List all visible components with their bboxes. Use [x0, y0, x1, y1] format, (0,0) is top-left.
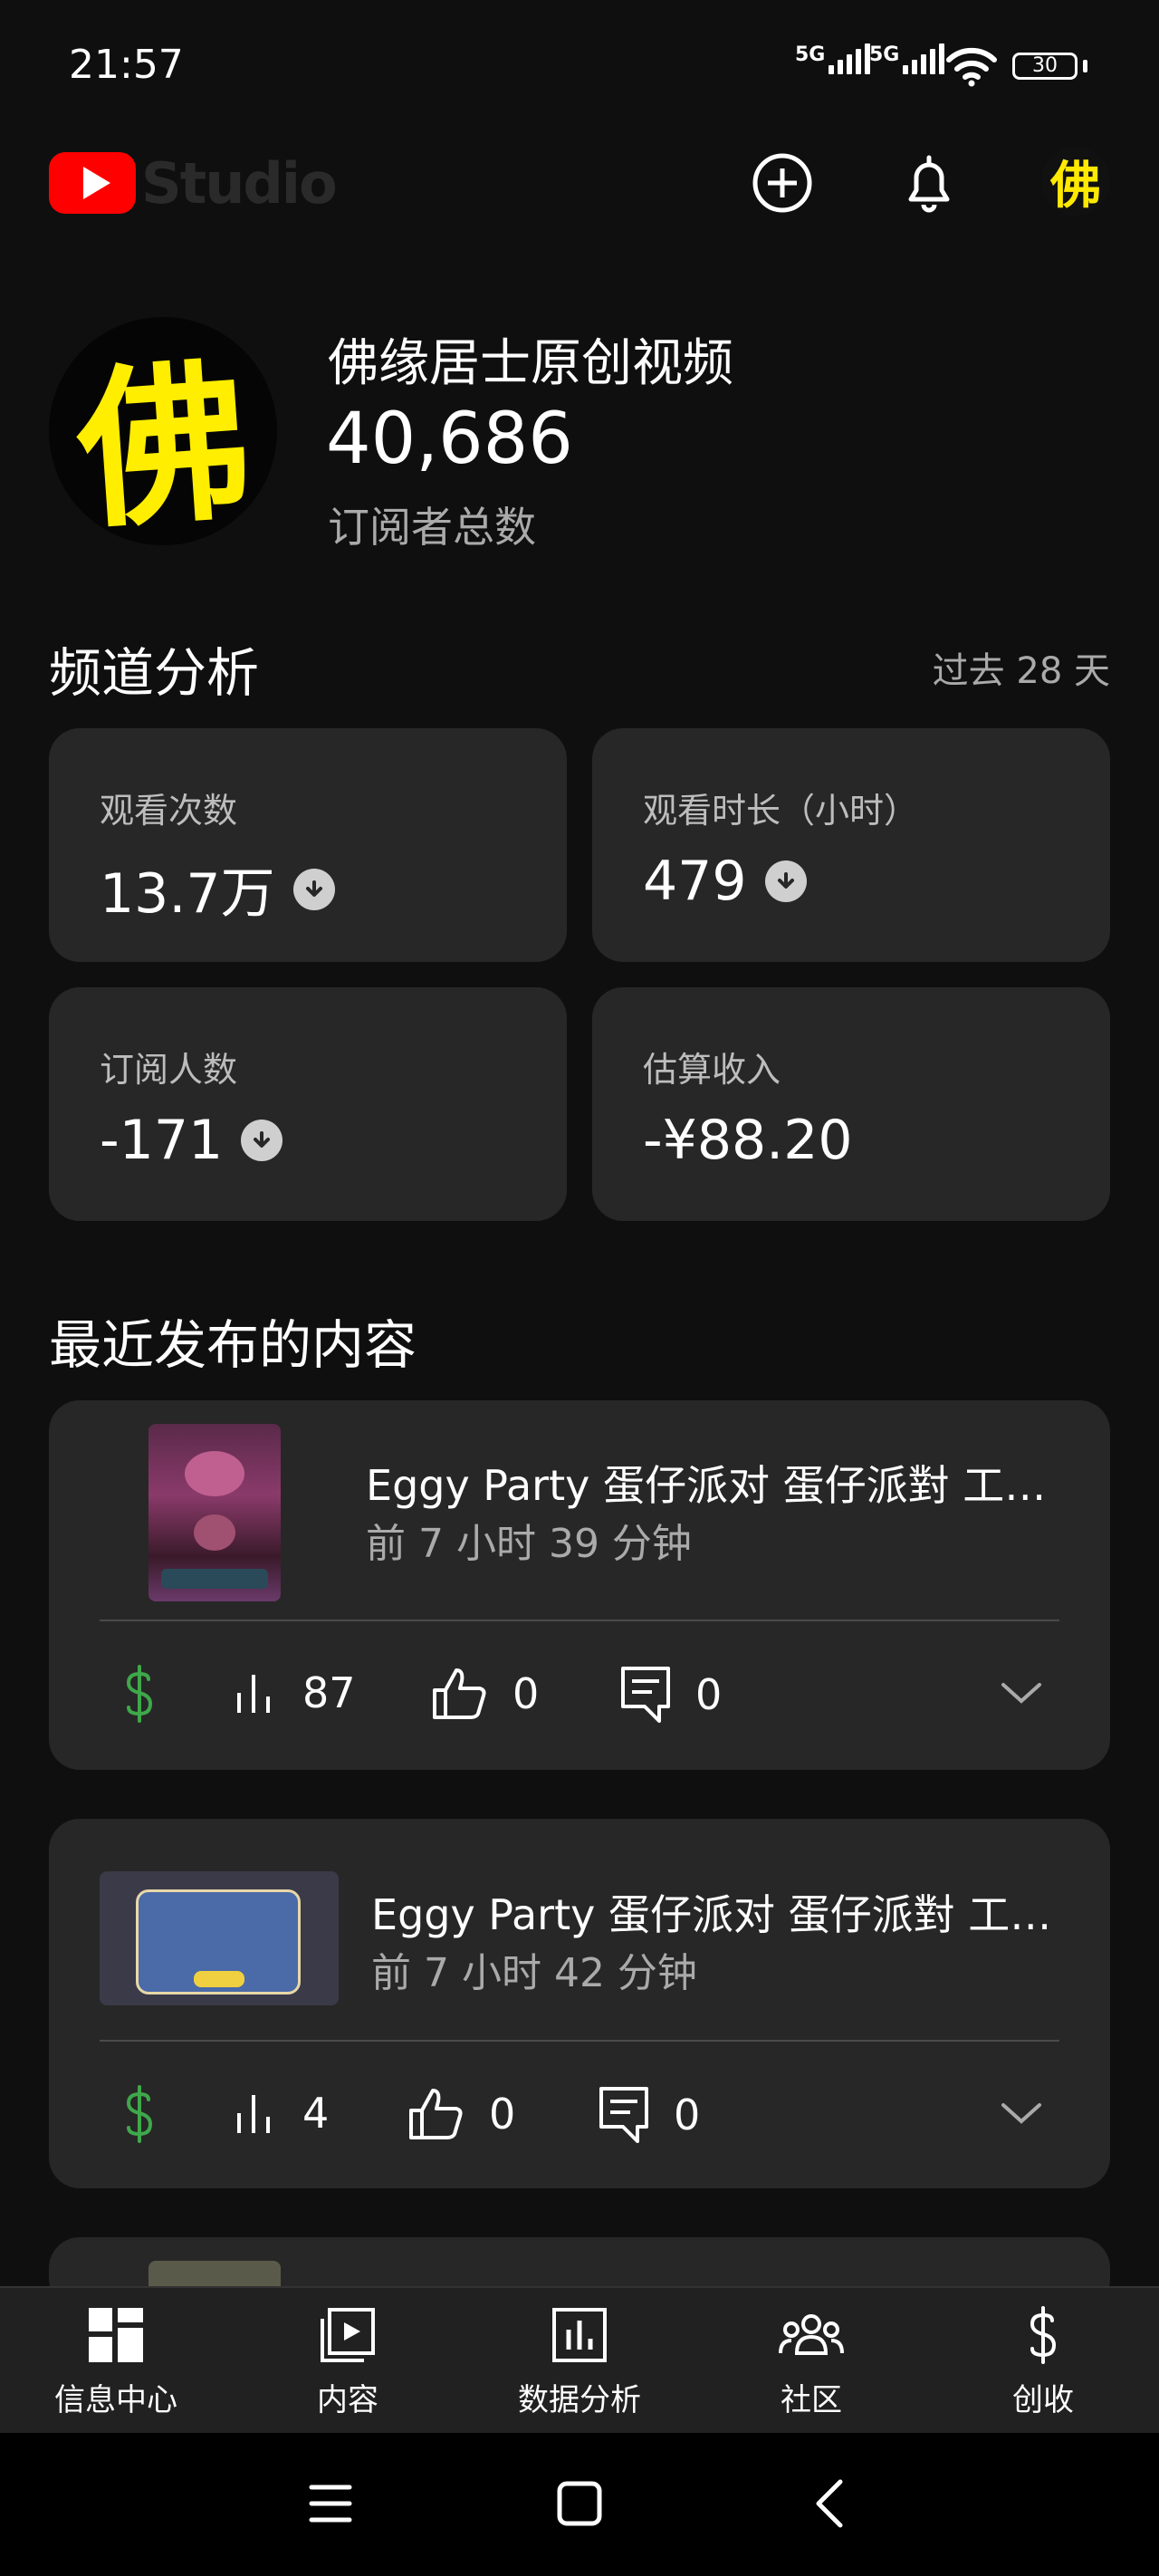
- metric-card-subscribers[interactable]: 订阅人数 -171: [49, 987, 567, 1221]
- trend-down-icon: [764, 860, 807, 902]
- metric-card-watch-time[interactable]: 观看时长（小时） 479: [592, 728, 1110, 962]
- likes-count: 0: [512, 1669, 540, 1718]
- likes-stat: 0: [407, 2087, 515, 2141]
- channel-avatar[interactable]: 佛: [41, 309, 285, 553]
- analytics-section-title: 频道分析: [49, 642, 260, 704]
- comments-stat: 0: [619, 1665, 722, 1725]
- chevron-down-icon[interactable]: [1000, 1679, 1043, 1706]
- community-icon: [779, 2314, 844, 2355]
- logo-wordmark: Studio: [141, 150, 338, 216]
- nav-community[interactable]: 社区: [712, 2306, 911, 2419]
- comments-count: 0: [674, 2091, 701, 2139]
- divider: [100, 1620, 1059, 1621]
- nav-label: 数据分析: [518, 2382, 641, 2418]
- views-count: 87: [302, 1668, 356, 1717]
- views-count: 4: [302, 2089, 330, 2138]
- nav-label: 社区: [781, 2382, 842, 2418]
- video-published-time: 前 7 小时 42 分钟: [371, 1950, 697, 1996]
- recent-content-title: 最近发布的内容: [49, 1314, 417, 1376]
- content-icon: [321, 2308, 375, 2362]
- metric-label: 观看时长（小时）: [643, 791, 919, 831]
- earn-icon: [1030, 2306, 1057, 2364]
- comments-count: 0: [695, 1670, 723, 1719]
- nav-label: 创收: [1012, 2382, 1074, 2418]
- monetization-dollar-icon: [126, 2085, 153, 2143]
- likes-stat: 0: [431, 1667, 539, 1721]
- metric-value: -171: [100, 1109, 224, 1172]
- video-title[interactable]: Eggy Party 蛋仔派对 蛋仔派對 工具人 ...: [371, 1882, 1059, 1942]
- views-stat: 87: [232, 1668, 356, 1717]
- analytics-period[interactable]: 过去 28 天: [933, 641, 1110, 694]
- metric-card-views[interactable]: 观看次数 13.7万: [49, 728, 567, 962]
- trend-down-icon: [292, 868, 335, 910]
- back-icon[interactable]: [811, 2478, 848, 2529]
- battery-icon: 30: [1012, 53, 1078, 80]
- comment-icon: [621, 1667, 670, 1723]
- status-time: 21:57: [69, 42, 184, 88]
- metric-value: 13.7万: [100, 862, 275, 926]
- account-avatar[interactable]: 佛: [1041, 147, 1110, 216]
- video-card[interactable]: Eggy Party 蛋仔派对 蛋仔派對 工具人 ... 前 7 小时 42 分…: [49, 1819, 1110, 2188]
- nav-label: 内容: [317, 2382, 378, 2418]
- comment-icon: [599, 2087, 648, 2143]
- metric-label: 估算收入: [643, 1050, 781, 1090]
- nav-label: 信息中心: [54, 2382, 177, 2418]
- chevron-down-icon[interactable]: [1000, 2100, 1043, 2127]
- video-card[interactable]: Eggy Party 蛋仔派对 蛋仔派對 工具人 ... 前 7 小时 39 分…: [49, 1400, 1110, 1770]
- likes-count: 0: [489, 2090, 516, 2139]
- metric-label: 订阅人数: [100, 1050, 238, 1090]
- wifi-icon: [946, 47, 997, 87]
- views-bar-icon: [237, 2095, 270, 2133]
- channel-name: 佛缘居士原创视频: [328, 334, 733, 393]
- thumbs-up-icon: [409, 2089, 463, 2139]
- divider: [100, 2040, 1059, 2042]
- views-bar-icon: [237, 1675, 270, 1713]
- bottom-navigation: 信息中心 内容 数据分析 社区 创收: [0, 2286, 1159, 2435]
- nav-earn[interactable]: 创收: [943, 2306, 1143, 2419]
- nav-analytics[interactable]: 数据分析: [480, 2306, 679, 2419]
- play-icon: [83, 167, 110, 199]
- thumbs-up-icon: [433, 1668, 486, 1719]
- battery-tip: [1083, 60, 1087, 72]
- cellular-signal-2-icon: 5G: [869, 43, 948, 74]
- metric-card-revenue[interactable]: 估算收入 -¥88.20: [592, 987, 1110, 1221]
- subscriber-count: 40,686: [326, 399, 573, 480]
- trend-down-icon: [241, 1120, 283, 1161]
- monetization-dollar-icon: [126, 1665, 153, 1723]
- notifications-bell-icon[interactable]: [896, 150, 962, 216]
- views-stat: 4: [232, 2089, 329, 2138]
- home-icon[interactable]: [556, 2480, 603, 2527]
- menu-icon[interactable]: [308, 2482, 353, 2525]
- video-thumbnail[interactable]: [100, 1871, 339, 2005]
- metric-label: 观看次数: [100, 791, 238, 831]
- metric-value: 479: [643, 850, 747, 913]
- video-published-time: 前 7 小时 39 分钟: [366, 1521, 692, 1567]
- nav-dashboard[interactable]: 信息中心: [16, 2306, 216, 2419]
- dashboard-icon: [89, 2308, 143, 2362]
- metric-value: -¥88.20: [643, 1109, 853, 1172]
- comments-stat: 0: [598, 2085, 700, 2145]
- cellular-signal-1-icon: 5G: [795, 43, 874, 74]
- video-title[interactable]: Eggy Party 蛋仔派对 蛋仔派對 工具人 ...: [366, 1453, 1054, 1513]
- video-thumbnail[interactable]: [148, 1424, 281, 1601]
- subscriber-count-label: 订阅者总数: [328, 503, 536, 552]
- system-navigation-bar: [0, 2433, 1159, 2576]
- analytics-icon: [552, 2308, 607, 2362]
- nav-content[interactable]: 内容: [248, 2306, 447, 2419]
- create-plus-icon[interactable]: [750, 150, 815, 216]
